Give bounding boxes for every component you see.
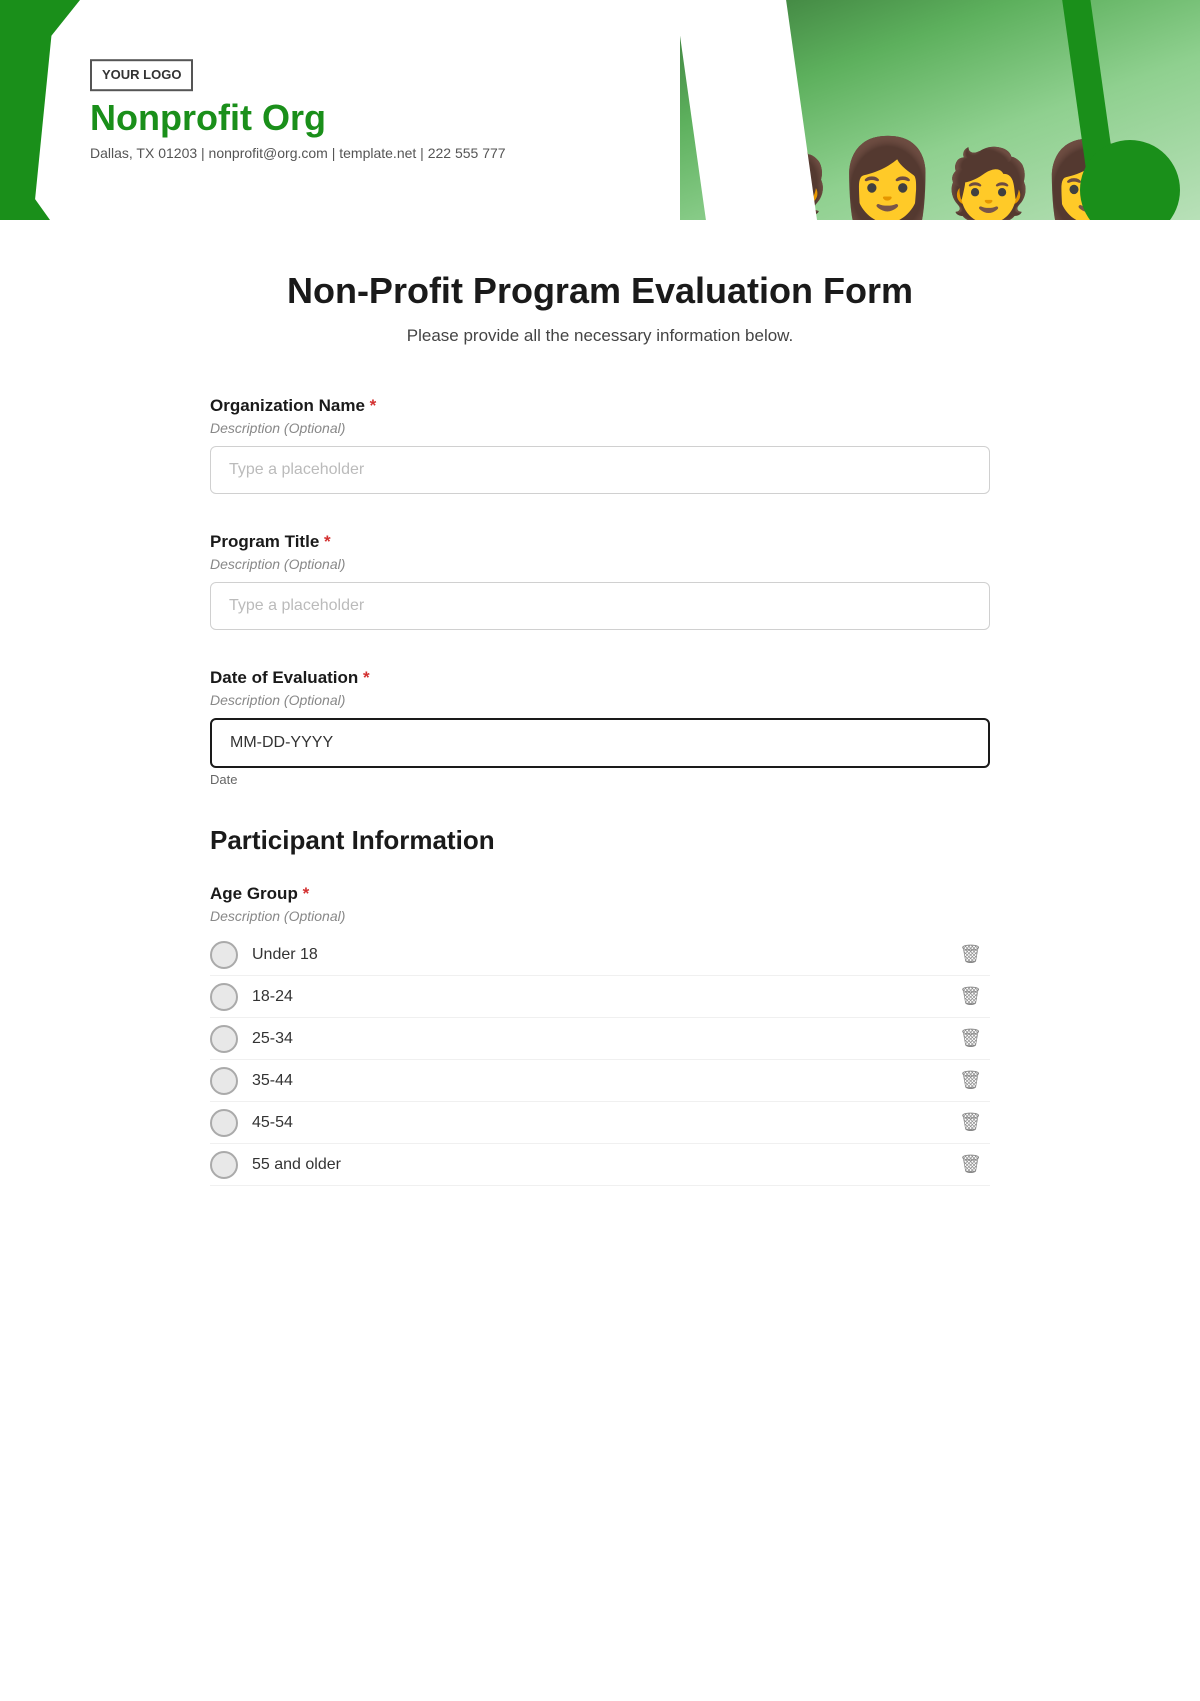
organization-name-label: Organization Name * [210,396,990,416]
radio-option-under18: Under 18 🗑 [210,934,990,976]
radio-label-55-older: 55 and older [252,1156,341,1174]
radio-option-35-44: 35-44 🗑 [210,1060,990,1102]
radio-left-under18: Under 18 [210,941,318,969]
radio-left-45-54: 45-54 [210,1109,293,1137]
radio-left-55-older: 55 and older [210,1151,341,1179]
date-evaluation-group: Date of Evaluation * Description (Option… [210,668,990,787]
program-title-description: Description (Optional) [210,556,990,572]
delete-icon-35-44[interactable]: 🗑 [951,1066,990,1095]
required-marker-4: * [303,884,310,903]
radio-label-25-34: 25-34 [252,1030,293,1048]
radio-circle-45-54[interactable] [210,1109,238,1137]
form-subtitle: Please provide all the necessary informa… [210,326,990,346]
date-evaluation-label: Date of Evaluation * [210,668,990,688]
radio-label-under18: Under 18 [252,946,318,964]
radio-label-18-24: 18-24 [252,988,293,1006]
age-group-description: Description (Optional) [210,908,990,924]
org-contact: Dallas, TX 01203 | nonprofit@org.com | t… [90,145,506,161]
age-group-field: Age Group * Description (Optional) Under… [210,884,990,1186]
organization-name-input[interactable] [210,446,990,494]
radio-option-45-54: 45-54 🗑 [210,1102,990,1144]
date-evaluation-input[interactable] [210,718,990,768]
age-group-label: Age Group * [210,884,990,904]
program-title-label: Program Title * [210,532,990,552]
person-3: 🧑 [945,150,1032,220]
radio-circle-35-44[interactable] [210,1067,238,1095]
required-marker-2: * [324,532,331,551]
radio-label-45-54: 45-54 [252,1114,293,1132]
age-group-options: Under 18 🗑 18-24 🗑 25-34 🗑 [210,934,990,1186]
header-photo: 🧑 👩 🧑 👩 charity [680,0,1200,220]
logo-box: YOUR LOGO [90,59,193,91]
delete-icon-18-24[interactable]: 🗑 [951,982,990,1011]
radio-left-18-24: 18-24 [210,983,293,1011]
main-content: Non-Profit Program Evaluation Form Pleas… [150,220,1050,1304]
header-diag-1 [0,0,80,100]
program-title-input[interactable] [210,582,990,630]
participant-info-section-title: Participant Information [210,825,990,856]
form-title: Non-Profit Program Evaluation Form [210,270,990,312]
delete-icon-25-34[interactable]: 🗑 [951,1024,990,1053]
logo-text: YOUR LOGO [102,67,181,82]
radio-left-35-44: 35-44 [210,1067,293,1095]
header-text-content: YOUR LOGO Nonprofit Org Dallas, TX 01203… [90,59,506,161]
delete-icon-55-older[interactable]: 🗑 [951,1150,990,1179]
date-helper: Date [210,772,990,787]
required-marker: * [370,396,377,415]
radio-circle-25-34[interactable] [210,1025,238,1053]
radio-circle-55-older[interactable] [210,1151,238,1179]
page-header: 🧑 👩 🧑 👩 charity YOUR LOGO Nonprofit Org … [0,0,1200,220]
header-diag-3 [0,150,50,220]
radio-left-25-34: 25-34 [210,1025,293,1053]
radio-option-18-24: 18-24 🗑 [210,976,990,1018]
radio-option-25-34: 25-34 🗑 [210,1018,990,1060]
radio-option-55-older: 55 and older 🗑 [210,1144,990,1186]
date-evaluation-description: Description (Optional) [210,692,990,708]
delete-icon-45-54[interactable]: 🗑 [951,1108,990,1137]
required-marker-3: * [363,668,370,687]
organization-name-group: Organization Name * Description (Optiona… [210,396,990,494]
radio-circle-18-24[interactable] [210,983,238,1011]
person-2: 👩 [838,140,938,220]
radio-label-35-44: 35-44 [252,1072,293,1090]
organization-name-description: Description (Optional) [210,420,990,436]
org-name: Nonprofit Org [90,97,506,139]
radio-circle-under18[interactable] [210,941,238,969]
program-title-group: Program Title * Description (Optional) [210,532,990,630]
delete-icon-under18[interactable]: 🗑 [951,940,990,969]
